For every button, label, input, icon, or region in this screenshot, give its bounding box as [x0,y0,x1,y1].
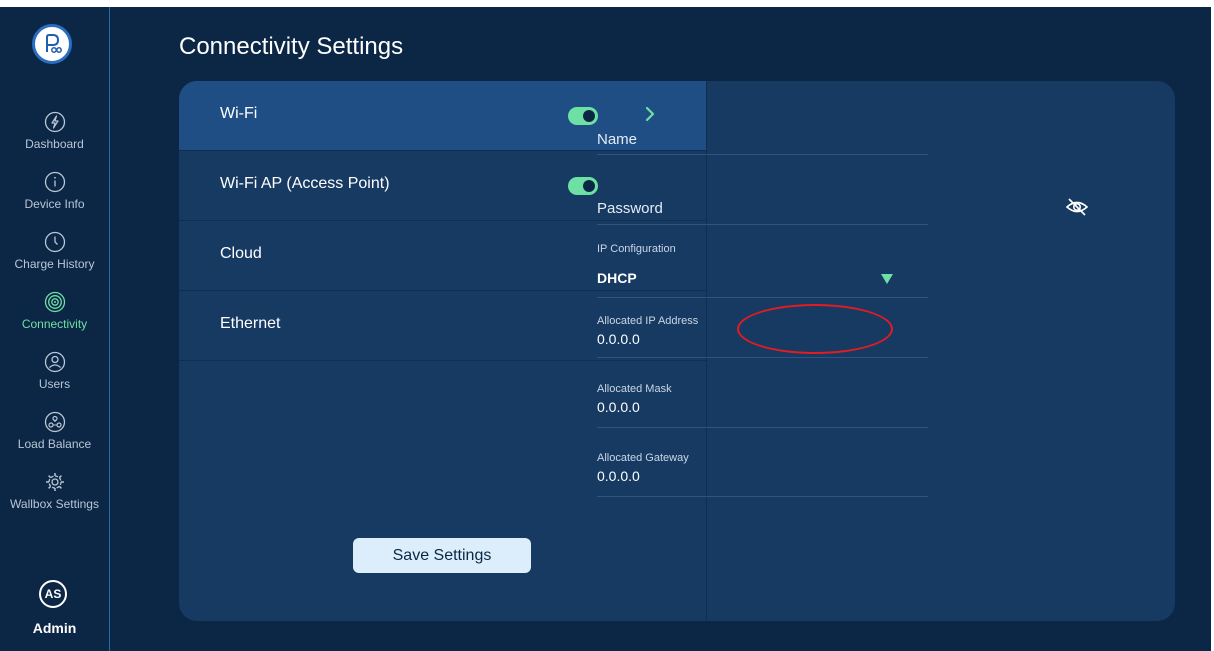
sidebar-item-dashboard[interactable]: Dashboard [0,111,109,151]
gear-icon [45,473,64,491]
sidebar-item-label: Charge History [14,257,95,271]
sidebar-item-label: Wallbox Settings [10,497,99,511]
sidebar-item-label: Connectivity [21,317,88,331]
connection-label: Wi-Fi AP (Access Point) [220,175,390,192]
page-title: Connectivity Settings [179,33,404,60]
allocated-gateway-field: Allocated Gateway 0.0.0.0 [597,428,928,497]
sidebar-item-label: Device Info [24,197,85,211]
load-balance-icon [44,411,65,433]
sidebar-item-load-balance[interactable]: Load Balance [0,411,109,451]
clock-icon [44,231,65,253]
lightning-circle-icon [44,111,65,133]
wifi-ap-toggle[interactable] [568,177,598,195]
name-label: Name [597,131,638,148]
password-label: Password [597,200,663,217]
info-circle-icon [44,171,65,193]
avatar[interactable]: AS [39,580,67,608]
dropdown-arrow-icon[interactable] [881,274,893,284]
app-window: Dashboard Device Info Charge History Con… [0,7,1211,651]
sidebar-item-users[interactable]: Users [0,351,109,391]
sidebar-item-label: Dashboard [25,137,84,151]
connection-label: Cloud [220,245,262,262]
sidebar: Dashboard Device Info Charge History Con… [0,7,110,651]
connection-label: Wi-Fi [220,105,258,122]
user-name: Admin [32,620,77,636]
password-field[interactable]: Password [597,187,928,225]
name-field[interactable]: Name [597,117,928,155]
logo[interactable] [32,24,72,64]
allocated-mask-label: Allocated Mask [597,383,672,395]
sidebar-item-device-info[interactable]: Device Info [0,171,109,211]
sidebar-item-wallbox-settings[interactable]: Wallbox Settings [0,471,109,511]
allocated-ip-label: Allocated IP Address [597,315,699,327]
allocated-ip-field: Allocated IP Address 0.0.0.0 [597,298,928,358]
user-icon [44,351,65,373]
signal-icon [44,291,65,313]
allocated-ip-value: 0.0.0.0 [597,331,640,347]
allocated-gateway-label: Allocated Gateway [597,452,689,464]
allocated-gateway-value: 0.0.0.0 [597,468,640,484]
ip-configuration-value: DHCP [597,270,637,286]
screen: Dashboard Device Info Charge History Con… [0,0,1214,651]
allocated-mask-field: Allocated Mask 0.0.0.0 [597,358,928,428]
allocated-mask-value: 0.0.0.0 [597,399,640,415]
save-settings-button[interactable]: Save Settings [353,538,531,573]
sidebar-item-connectivity[interactable]: Connectivity [0,291,109,331]
toggle-knob [583,180,595,192]
sidebar-item-charge-history[interactable]: Charge History [0,231,109,271]
connection-label: Ethernet [220,315,281,332]
logo-icon [46,34,62,53]
wifi-toggle[interactable] [568,107,598,125]
eye-off-icon[interactable] [1065,197,1089,217]
ip-configuration-label: IP Configuration [597,243,676,255]
sidebar-item-label: Load Balance [17,437,92,451]
ip-configuration-select[interactable]: IP Configuration DHCP [597,237,928,298]
toggle-knob [583,110,595,122]
sidebar-item-label: Users [38,377,71,391]
